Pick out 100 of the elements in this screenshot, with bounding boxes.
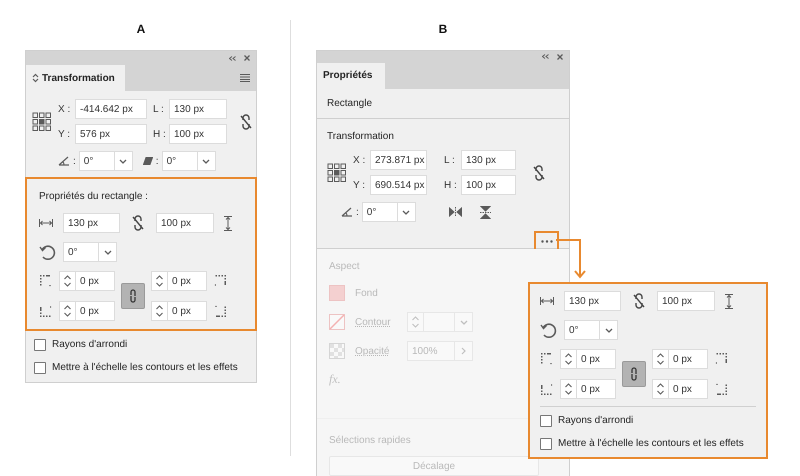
checkbox[interactable]: [540, 438, 552, 450]
corner-icon: [540, 382, 554, 396]
input-field[interactable]: 690.514 px: [370, 175, 427, 195]
broken-link-icon[interactable]: [239, 112, 253, 130]
corner-icon: [213, 274, 227, 288]
checkbox[interactable]: [540, 414, 552, 426]
corner-icon: [39, 304, 53, 318]
width-icon: [39, 219, 53, 227]
menu-icon: [240, 74, 250, 82]
field-label: H :: [152, 128, 166, 142]
stepper-arrows-icon: [656, 382, 665, 396]
field-label: L :: [152, 102, 165, 116]
input-field[interactable]: 273.871 px: [370, 150, 427, 170]
stepper-arrows-icon: [63, 274, 72, 288]
field-label: :: [156, 154, 159, 168]
field-label: Y :: [58, 128, 72, 142]
link-button[interactable]: [121, 283, 145, 309]
input-field[interactable]: 100 px: [169, 124, 227, 144]
dropdown[interactable]: 0°: [162, 151, 216, 171]
dropdown[interactable]: 0°: [362, 202, 416, 222]
input-field[interactable]: 576 px: [75, 124, 147, 144]
dropdown[interactable]: 0°: [78, 151, 133, 171]
section-title: Aspect: [329, 260, 361, 274]
broken-link-icon[interactable]: [131, 214, 145, 232]
dropdown[interactable]: 0°: [63, 242, 117, 262]
property-label: Contour: [355, 316, 392, 330]
chevron-down-icon: [202, 158, 210, 164]
spinner-field[interactable]: 0 px: [59, 301, 115, 321]
stepper-arrows-icon: [564, 382, 573, 396]
height-icon: [725, 294, 733, 308]
chevron-down-icon: [119, 158, 128, 164]
checkbox-label: Rayons d'arrondi: [52, 338, 128, 352]
stepper-arrows-icon: [63, 304, 72, 318]
broken-link-icon[interactable]: [632, 292, 646, 310]
checkbox[interactable]: [34, 362, 46, 374]
input-field[interactable]: 130 px: [169, 99, 227, 119]
chevron-down-icon: [402, 210, 410, 214]
section-title: Sélections rapides: [329, 434, 411, 448]
link-icon: [128, 288, 138, 304]
rotate-icon: [540, 322, 557, 338]
chevron-down-icon: [604, 328, 612, 332]
dropdown[interactable]: 0°: [564, 320, 618, 340]
more-icon: [540, 240, 552, 242]
broken-link-icon[interactable]: [532, 164, 546, 182]
checkbox-label: Mettre à l'échelle les contours et les effets: [558, 437, 744, 451]
checkbox-label: Rayons d'arrondi: [558, 414, 634, 428]
spinner-field[interactable]: 0 px: [59, 271, 115, 291]
field-label: L :: [443, 154, 456, 168]
expand-collapse-icon: [32, 73, 39, 83]
spinner-field[interactable]: 0 px: [151, 271, 207, 291]
flip-vertical-icon: [480, 206, 491, 218]
section-title: Transformation: [327, 130, 395, 144]
collapse-icon: [542, 54, 549, 60]
stepper-arrows-icon: [656, 352, 665, 366]
corner-icon: [714, 352, 728, 366]
chevron-right-icon: [461, 347, 466, 355]
stepper-arrows-icon: [155, 274, 164, 288]
input-field[interactable]: -414.642 px: [75, 99, 147, 119]
stepper-arrows-icon: [155, 304, 164, 318]
panel-tab[interactable]: Propriétés: [317, 62, 385, 89]
connector-arrow: [556, 238, 586, 280]
angle-icon: [341, 207, 353, 217]
input-field[interactable]: 130 px: [564, 291, 621, 311]
object-type: Rectangle: [327, 96, 372, 111]
input-field[interactable]: 100 px: [657, 291, 715, 311]
stepper-arrows-icon: [411, 315, 420, 329]
width-icon: [540, 297, 554, 305]
figure-label: A: [136, 22, 146, 36]
close-icon: [557, 54, 563, 60]
field-label: H :: [443, 178, 458, 192]
spinner-field[interactable]: 0 px: [560, 379, 616, 399]
link-icon: [629, 366, 639, 382]
field-label: :: [73, 154, 76, 168]
input-field[interactable]: 130 px: [63, 213, 120, 233]
stepper-arrows-icon: [564, 352, 573, 366]
spinner-field[interactable]: 0 px: [652, 349, 708, 369]
flip-horizontal-icon: [448, 207, 462, 217]
link-button[interactable]: [622, 361, 646, 387]
spinner-field[interactable]: 0 px: [151, 301, 207, 321]
input-field[interactable]: 100 px: [461, 175, 516, 195]
corner-icon: [213, 304, 227, 318]
property-label: Fond: [355, 286, 379, 300]
section-title: Propriétés du rectangle :: [39, 190, 149, 204]
reference-point-icon: [32, 112, 52, 132]
shear-icon: [142, 157, 153, 165]
field-label: Y :: [353, 178, 366, 192]
input-field[interactable]: 130 px: [461, 150, 516, 170]
chevron-down-icon: [460, 320, 468, 324]
spinner-field[interactable]: 0 px: [560, 349, 616, 369]
rotate-icon: [39, 244, 56, 260]
input-field[interactable]: 100 px: [156, 213, 214, 233]
corner-icon: [714, 382, 728, 396]
checkbox-label: Mettre à l'échelle les contours et les effets: [52, 361, 238, 375]
field-label: X :: [353, 154, 366, 168]
panel-tab[interactable]: Transformation: [26, 65, 125, 91]
close-icon: [244, 55, 250, 61]
spinner-field[interactable]: 0 px: [652, 379, 708, 399]
field-label: :: [356, 206, 359, 220]
reference-point-icon: [327, 162, 347, 182]
checkbox[interactable]: [34, 338, 46, 350]
